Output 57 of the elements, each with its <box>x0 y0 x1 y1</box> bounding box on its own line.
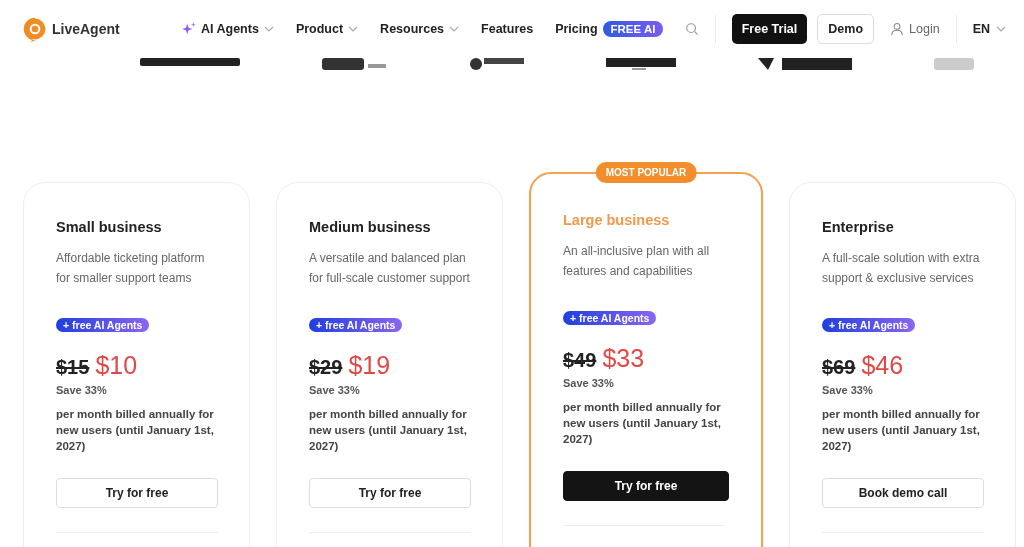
plan-name: Enterprise <box>822 219 895 235</box>
billing-note: per month billed annually for new users (until January 1st, 2027) <box>822 407 981 454</box>
chevron-down-icon <box>263 26 274 32</box>
free-ai-agents-tag: + free AI Agents <box>56 318 150 332</box>
chevron-down-icon <box>348 26 359 32</box>
free-ai-agents-tag: + free AI Agents <box>563 311 657 325</box>
chevron-down-icon <box>996 26 1006 32</box>
plan-description: Affordable ticketing platform for smaller support teams <box>56 250 206 287</box>
plan-description: An all-inclusive plan with all features and capabilities <box>563 243 711 280</box>
old-price: $49 <box>563 349 597 372</box>
nav-link[interactable]: Resources <box>380 22 460 36</box>
search-icon[interactable] <box>684 22 699 36</box>
billing-note: per month billed annually for new users (until January 1st, 2027) <box>56 407 215 454</box>
billing-note: per month billed annually for new users (until January 1st, 2027) <box>563 400 722 447</box>
user-icon <box>890 22 905 36</box>
free-trial-button[interactable]: Free Trial <box>731 14 808 44</box>
plan-name: Medium business <box>309 219 432 235</box>
client-logo-icon <box>606 58 676 70</box>
client-logo-icon <box>468 58 524 70</box>
old-price: $29 <box>309 356 343 379</box>
chevron-down-icon <box>449 26 460 32</box>
free-ai-agents-tag: + free AI Agents <box>309 318 403 332</box>
plan-description: A full-scale solution with extra support & exclusive services <box>822 250 981 287</box>
nav-link[interactable]: Features <box>481 22 534 36</box>
plan-button[interactable]: Book demo call <box>822 478 984 508</box>
demo-button[interactable]: Demo <box>817 14 875 44</box>
savings-text: Save 33% <box>309 384 361 396</box>
chat-bubble-logo-icon <box>22 16 48 42</box>
client-logo-icon <box>934 58 974 70</box>
sparkle-icon <box>182 22 196 36</box>
brand-name[interactable]: LiveAgent <box>52 21 120 37</box>
plan-button[interactable]: Try for free <box>56 478 218 508</box>
most-popular-badge: MOST POPULAR <box>595 162 697 183</box>
billing-note: per month billed annually for new users (until January 1st, 2027) <box>309 407 468 454</box>
login-link[interactable]: Login <box>890 22 940 36</box>
free-ai-badge: FREE AI <box>602 21 664 37</box>
client-logo-icon <box>322 58 386 70</box>
nav-link[interactable]: Pricing FREE AI <box>555 21 664 37</box>
client-logo-icon <box>758 58 852 70</box>
price: $33 <box>602 344 645 373</box>
price: $46 <box>861 351 904 380</box>
plan-name: Large business <box>563 212 671 228</box>
nav-link[interactable]: Product <box>295 22 359 36</box>
old-price: $15 <box>56 356 90 379</box>
savings-text: Save 33% <box>56 384 108 396</box>
plan-description: A versatile and balanced plan for full-scale customer support <box>309 250 470 287</box>
savings-text: Save 33% <box>563 377 615 389</box>
plan-name: Small business <box>56 219 163 235</box>
nav-link[interactable]: AI Agents <box>182 22 274 36</box>
price: $19 <box>348 351 391 380</box>
language-selector[interactable]: EN <box>972 22 1006 36</box>
price: $10 <box>95 351 138 380</box>
old-price: $69 <box>822 356 856 379</box>
free-ai-agents-tag: + free AI Agents <box>822 318 916 332</box>
plan-button[interactable]: Try for free <box>563 471 729 501</box>
plan-button[interactable]: Try for free <box>309 478 471 508</box>
savings-text: Save 33% <box>822 384 874 396</box>
